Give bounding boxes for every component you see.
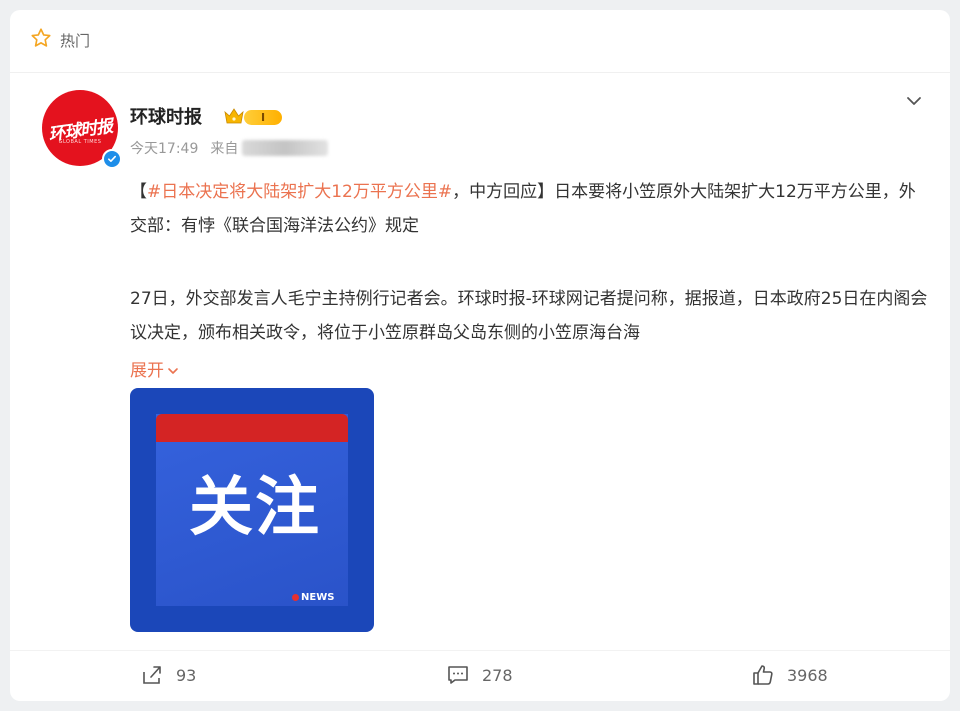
share-icon — [143, 666, 161, 684]
bracket-open: 【 — [130, 182, 147, 202]
news-logo: NEWS — [292, 592, 334, 603]
news-label: NEWS — [301, 592, 335, 603]
crown-icon — [223, 106, 245, 126]
like-count: 3968 — [787, 665, 828, 685]
post-body: 27日，外交部发言人毛宁主持例行记者会。环球时报-环球网记者提问称，据报道，日本… — [130, 289, 928, 343]
post-meta: 今天17:49 来自 — [130, 138, 329, 158]
account-name[interactable]: 环球时报 — [130, 103, 202, 129]
chevron-down-icon[interactable] — [903, 90, 925, 112]
post-time[interactable]: 今天17:49 — [130, 138, 198, 158]
expand-label: 展开 — [130, 361, 164, 381]
image-red-bar — [156, 414, 348, 442]
avatar-logo-subtext: GLOBAL TIMES — [58, 139, 102, 145]
blurred-source — [242, 140, 329, 156]
divider — [10, 72, 950, 73]
like-button[interactable]: 3968 — [751, 662, 828, 688]
news-dot-icon — [292, 594, 299, 601]
comment-count: 278 — [482, 665, 513, 685]
footer-divider — [10, 650, 950, 651]
post-text: 【#日本决定将大陆架扩大12万平方公里#，中方回应】日本要将小笠原外大陆架扩大1… — [130, 175, 930, 243]
source-label: 来自 — [210, 141, 239, 157]
thumbs-up-icon — [753, 665, 773, 685]
level-badge[interactable]: I — [244, 110, 282, 125]
share-count: 93 — [176, 665, 197, 685]
hot-label: 热门 — [60, 31, 91, 50]
comment-icon — [448, 666, 468, 684]
hot-header: 热门 — [30, 26, 90, 54]
comment-button[interactable]: 278 — [446, 662, 513, 688]
star-icon — [30, 27, 52, 53]
verified-icon — [102, 149, 122, 169]
expand-link[interactable]: 展开 — [130, 354, 180, 388]
topic-link[interactable]: #日本决定将大陆架扩大12万平方公里# — [147, 182, 452, 202]
share-button[interactable]: 93 — [140, 662, 196, 688]
post-image[interactable]: 关注 NEWS — [130, 388, 374, 632]
weibo-post-card: 热门 环球时报 GLOBAL TIMES 环球时报 I 今天17:49 来自 【… — [10, 10, 950, 701]
image-title: 关注 — [189, 471, 321, 545]
chevron-down-icon — [168, 368, 178, 374]
